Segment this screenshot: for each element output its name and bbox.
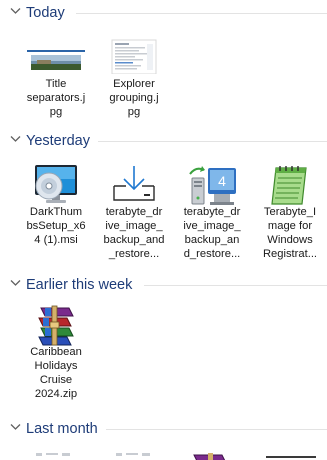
image-thumbnail-icon [18,36,94,74]
svg-text:4: 4 [218,173,226,189]
group-title: Last month [26,421,98,437]
group-header-earlier-this-week[interactable]: Earlier this week [0,274,327,296]
chevron-down-icon[interactable] [10,135,21,143]
thumbnail-edge [266,456,316,458]
file-name: Terabyte_I mage for Windows Registrat... [262,206,318,260]
group-divider [98,141,327,142]
group-divider [144,285,327,286]
file-name: Explorer grouping.j pg [109,78,159,118]
file-name: Title separators.j pg [26,78,86,118]
group-title: Yesterday [26,133,90,149]
download-tray-icon [96,164,172,202]
group-header-yesterday[interactable]: Yesterday [0,130,327,152]
file-item-partial[interactable] [190,450,234,460]
setup-computer-icon: 4 [174,164,250,205]
chevron-down-icon[interactable] [10,423,21,431]
registration-notepad-icon [252,164,327,205]
file-name: terabyte_dr ive_image_ backup_and _resto… [103,206,165,260]
file-name: Caribbean Holidays Cruise 2024.zip [30,346,82,400]
image-thumbnail-icon [96,36,172,74]
winrar-archive-icon [18,304,94,346]
group-divider [106,429,327,430]
image-thumbnail-icon [36,453,70,456]
file-name: terabyte_dr ive_image_ backup_an d_resto… [183,206,241,260]
file-item-partial[interactable] [30,448,80,460]
group-divider [76,13,327,14]
file-name: DarkThum bsSetup_x6 4 (1).msi [26,206,86,246]
image-thumbnail-icon [116,453,150,456]
group-title: Today [26,5,65,21]
file-item-partial[interactable] [266,456,316,460]
msi-installer-icon [18,164,94,203]
winrar-archive-icon [193,453,226,460]
chevron-down-icon[interactable] [10,279,21,287]
group-header-today[interactable]: Today [0,2,327,24]
group-header-last-month[interactable]: Last month [0,418,327,440]
chevron-down-icon[interactable] [10,7,21,15]
group-title: Earlier this week [26,277,133,293]
file-item-partial[interactable] [110,448,160,460]
